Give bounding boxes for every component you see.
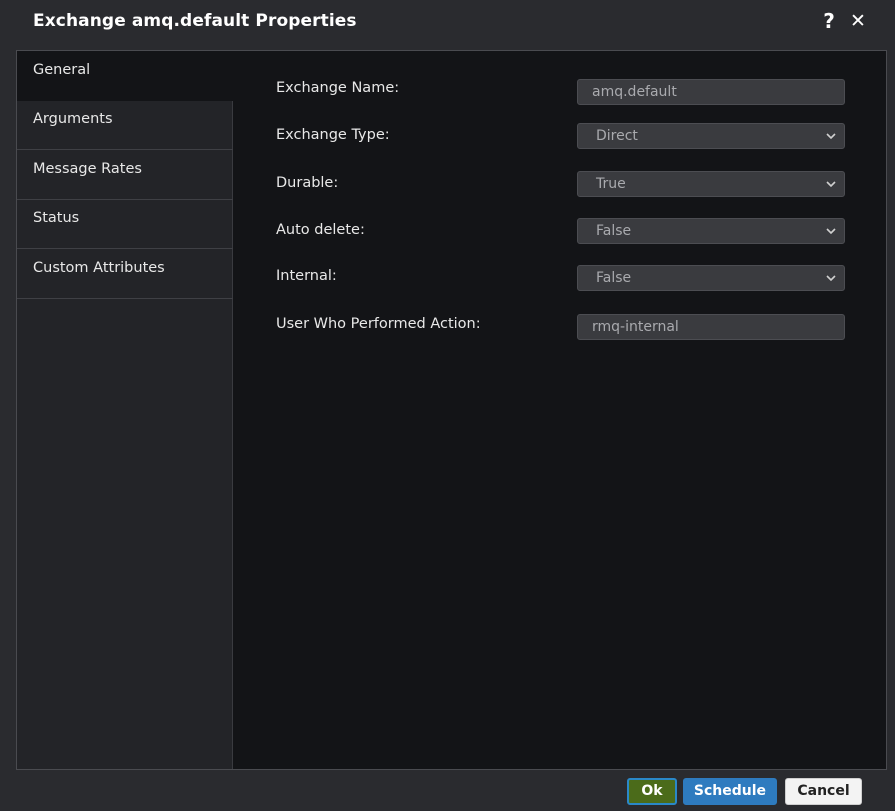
cancel-button[interactable]: Cancel	[785, 778, 862, 805]
user-row: User Who Performed Action: rmq-internal	[234, 314, 886, 346]
ok-button[interactable]: Ok	[627, 778, 677, 805]
close-icon[interactable]: ✕	[849, 9, 867, 33]
exchange-name-field[interactable]: amq.default	[577, 79, 845, 105]
dialog-body: General Arguments Message Rates Status C…	[16, 50, 887, 770]
exchange-type-value: Direct	[596, 128, 638, 144]
internal-value: False	[596, 270, 632, 286]
exchange-type-label: Exchange Type:	[276, 127, 390, 143]
exchange-name-row: Exchange Name: amq.default	[234, 79, 886, 110]
durable-row: Durable: True	[234, 171, 886, 205]
auto-delete-value: False	[596, 223, 632, 239]
help-icon[interactable]: ?	[820, 9, 838, 33]
internal-select[interactable]: False	[577, 265, 845, 291]
auto-delete-label: Auto delete:	[276, 222, 365, 238]
internal-label: Internal:	[276, 268, 337, 284]
exchange-name-label: Exchange Name:	[276, 80, 400, 96]
internal-row: Internal: False	[234, 265, 886, 298]
exchange-properties-dialog: Exchange amq.default Properties ? ✕ Gene…	[0, 0, 895, 811]
chevron-down-icon	[826, 133, 836, 140]
chevron-down-icon	[826, 275, 836, 282]
schedule-button[interactable]: Schedule	[683, 778, 777, 805]
user-field[interactable]: rmq-internal	[577, 314, 845, 340]
exchange-type-row: Exchange Type: Direct	[234, 123, 886, 157]
tab-message-rates[interactable]: Message Rates	[17, 150, 233, 200]
tab-status[interactable]: Status	[17, 199, 233, 249]
general-panel: Exchange Name: amq.default Exchange Type…	[234, 51, 886, 769]
exchange-type-select[interactable]: Direct	[577, 123, 845, 149]
tab-general[interactable]: General	[17, 51, 234, 101]
durable-select[interactable]: True	[577, 171, 845, 197]
chevron-down-icon	[826, 228, 836, 235]
auto-delete-select[interactable]: False	[577, 218, 845, 244]
tab-arguments[interactable]: Arguments	[17, 100, 233, 150]
user-label: User Who Performed Action:	[276, 316, 481, 332]
durable-label: Durable:	[276, 175, 339, 191]
durable-value: True	[596, 176, 626, 192]
auto-delete-row: Auto delete: False	[234, 218, 886, 252]
dialog-title: Exchange amq.default Properties	[33, 11, 357, 31]
tab-custom-attributes[interactable]: Custom Attributes	[17, 249, 233, 299]
chevron-down-icon	[826, 181, 836, 188]
tab-sidebar: General Arguments Message Rates Status C…	[17, 51, 234, 769]
dialog-titlebar: Exchange amq.default Properties ? ✕	[0, 0, 895, 44]
